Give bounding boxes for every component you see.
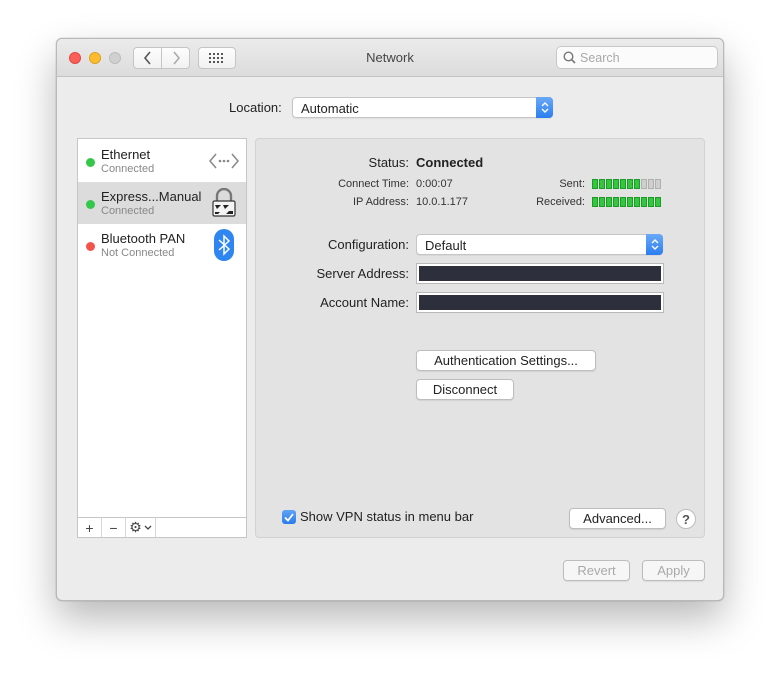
meter-segment: [613, 179, 619, 189]
titlebar: Network Search: [57, 39, 723, 77]
meter-segment: [606, 197, 612, 207]
vpn-detail-panel: Status: Connected Connect Time: 0:00:07 …: [255, 138, 705, 538]
service-status: Connected: [101, 205, 155, 217]
service-status: Connected: [101, 163, 155, 175]
meter-segment: [592, 197, 598, 207]
gear-menu-button[interactable]: ⚙: [126, 518, 156, 537]
meter-segment: [599, 179, 605, 189]
meter-segment: [634, 197, 640, 207]
advanced-button[interactable]: Advanced...: [569, 508, 666, 529]
meter-segment: [641, 179, 647, 189]
status-value: Connected: [416, 155, 484, 170]
connect-time-value: 0:00:07: [416, 178, 453, 190]
account-name-field[interactable]: [416, 292, 664, 313]
meter-segment: [648, 197, 654, 207]
location-popup[interactable]: Automatic: [292, 97, 553, 118]
status-dot: [86, 200, 95, 209]
service-item-bluetooth-pan[interactable]: Bluetooth PAN Not Connected: [78, 224, 246, 266]
account-name-label: Account Name:: [320, 295, 409, 310]
service-name: Bluetooth PAN: [101, 231, 186, 246]
ip-address-label: IP Address:: [352, 196, 409, 208]
chevron-down-icon: [144, 525, 152, 530]
show-vpn-status-label: Show VPN status in menu bar: [300, 509, 474, 524]
sent-meter: [592, 179, 662, 189]
help-button[interactable]: ?: [676, 509, 696, 529]
meter-segment: [634, 179, 640, 189]
service-status: Not Connected: [101, 247, 175, 259]
service-name: Express...Manual: [101, 189, 202, 204]
configuration-popup[interactable]: Default: [416, 234, 663, 255]
apply-button[interactable]: Apply: [642, 560, 705, 581]
redacted-value: [419, 266, 661, 281]
authentication-settings-button[interactable]: Authentication Settings...: [416, 350, 596, 371]
meter-segment: [648, 179, 654, 189]
search-icon: [563, 51, 576, 64]
location-label: Location:: [229, 100, 282, 115]
revert-button[interactable]: Revert: [563, 560, 630, 581]
meter-segment: [641, 197, 647, 207]
meter-segment: [655, 179, 661, 189]
service-list: Ethernet Connected Express...Manual Conn…: [77, 138, 247, 538]
service-name: Ethernet: [101, 147, 151, 162]
meter-segment: [606, 179, 612, 189]
configuration-value: Default: [425, 238, 467, 253]
service-list-toolbar: + − ⚙: [78, 517, 246, 537]
meter-segment: [627, 197, 633, 207]
ethernet-icon: [208, 145, 240, 177]
meter-segment: [655, 197, 661, 207]
meter-segment: [613, 197, 619, 207]
meter-segment: [620, 197, 626, 207]
configuration-label: Configuration:: [328, 237, 409, 252]
service-item-vpn[interactable]: Express...Manual Connected: [78, 182, 246, 224]
connect-time-label: Connect Time:: [338, 178, 409, 190]
bluetooth-icon: [208, 229, 240, 261]
meter-segment: [592, 179, 598, 189]
status-dot: [86, 242, 95, 251]
meter-segment: [627, 179, 633, 189]
ip-address-value: 10.0.1.177: [416, 196, 468, 208]
server-address-field[interactable]: [416, 263, 664, 284]
service-item-ethernet[interactable]: Ethernet Connected: [78, 140, 246, 182]
status-label: Status:: [368, 155, 409, 170]
updown-arrows-icon: [536, 97, 553, 118]
checkmark-icon: [284, 512, 294, 522]
disconnect-button[interactable]: Disconnect: [416, 379, 514, 400]
network-preferences-window: Network Search Location: Automatic Ether…: [56, 38, 724, 601]
search-input[interactable]: Search: [556, 46, 718, 69]
location-value: Automatic: [301, 101, 359, 116]
updown-arrows-icon: [646, 234, 663, 255]
show-vpn-status-checkbox[interactable]: [282, 510, 296, 524]
search-placeholder: Search: [580, 50, 620, 65]
meter-segment: [599, 197, 605, 207]
status-dot: [86, 158, 95, 167]
received-meter: [592, 197, 662, 207]
server-address-label: Server Address:: [316, 266, 410, 281]
gear-icon: ⚙: [129, 519, 142, 535]
received-label: Received:: [536, 196, 585, 208]
add-service-button[interactable]: +: [78, 518, 102, 537]
remove-service-button[interactable]: −: [102, 518, 126, 537]
sent-label: Sent:: [559, 178, 585, 190]
meter-segment: [620, 179, 626, 189]
vpn-lock-icon: [208, 187, 240, 219]
redacted-value: [419, 295, 661, 310]
